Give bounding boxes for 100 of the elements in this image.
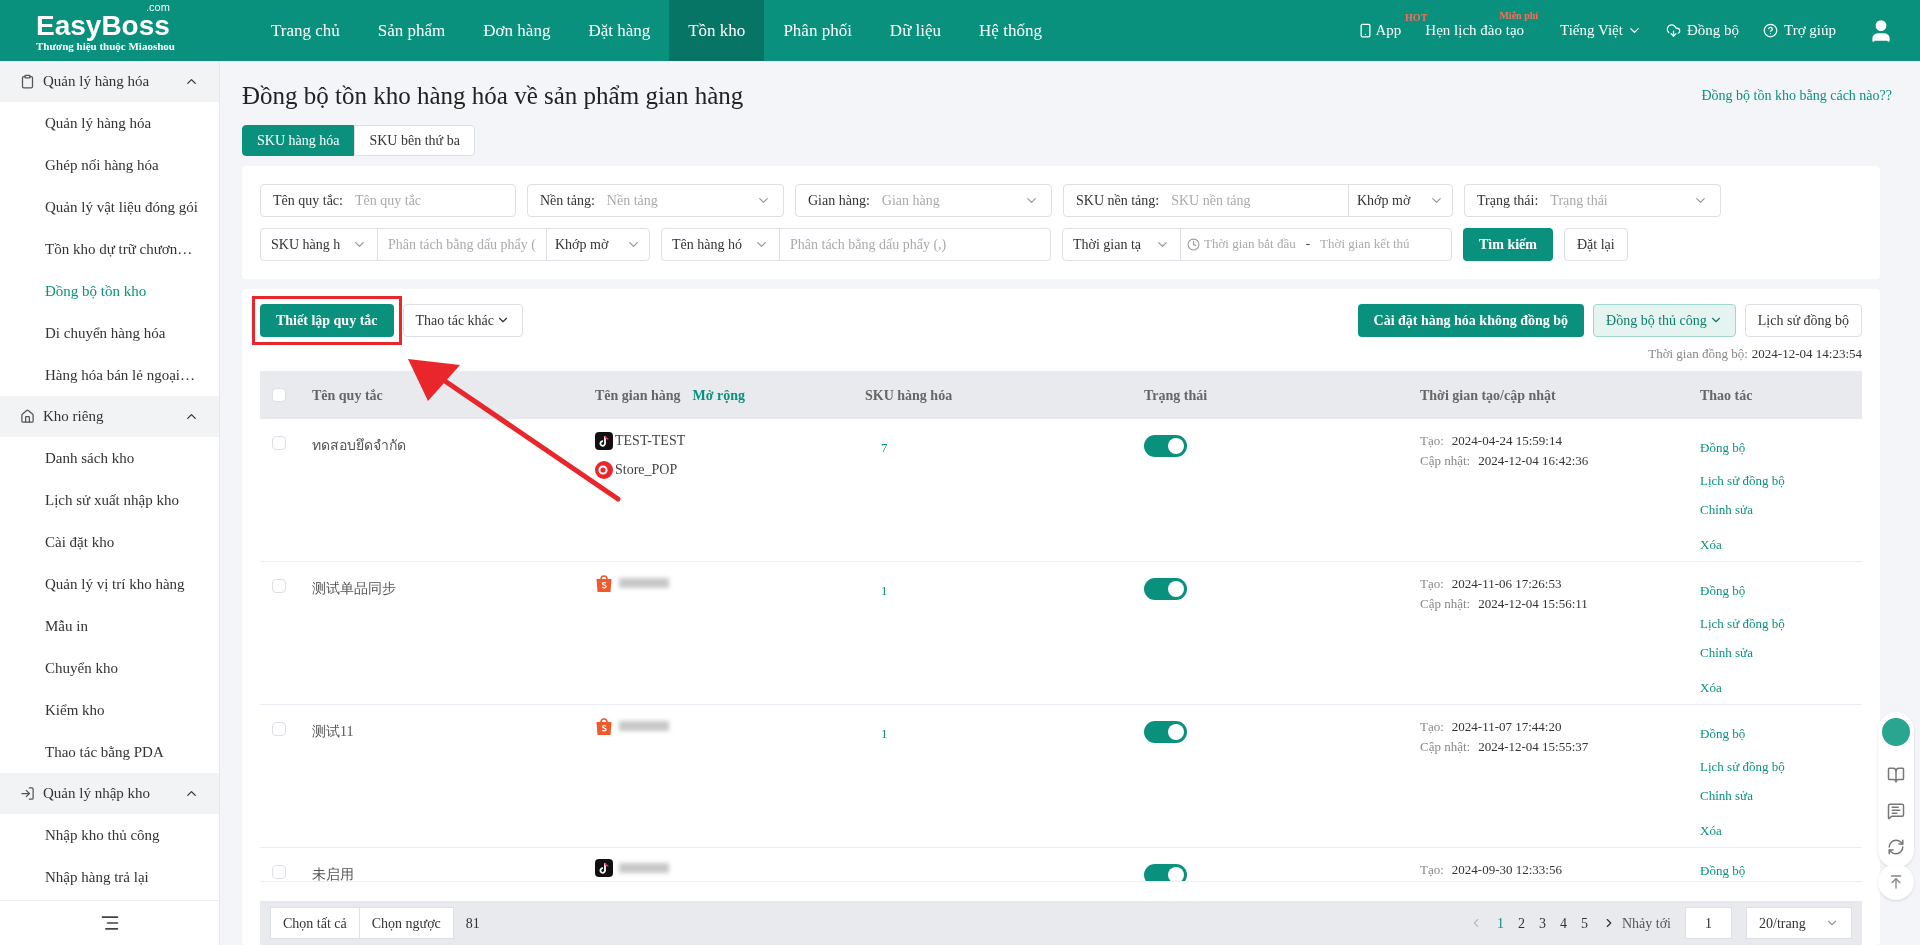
page-size-select[interactable]: 20/trang [1746,907,1852,939]
sidebar-item[interactable]: Chuyển kho [45,656,118,680]
sidebar-item[interactable]: Quản lý hàng hóa [45,111,152,135]
nav-tab[interactable]: Trang chủ [252,0,359,61]
training-link[interactable]: Hẹn lịch đào tạo [1425,19,1525,42]
message-icon[interactable] [1887,802,1905,820]
action-link[interactable]: Xóa [1700,809,1722,847]
view-tab[interactable]: SKU bên thứ ba [354,124,475,156]
row-checkbox[interactable] [272,436,286,450]
sidebar-group[interactable]: Quản lý nhập kho [0,773,219,814]
nav-tab[interactable]: Dữ liệu [870,0,961,61]
sidebar-item[interactable]: Danh sách kho [45,446,135,470]
column-header: SKU hàng hóa [865,387,953,403]
row-checkbox[interactable] [272,722,286,736]
status-toggle[interactable] [1144,721,1187,743]
music-note-logo-icon [595,431,613,450]
sidebar-item[interactable]: Hàng hóa bán lẻ ngoại… [45,363,195,387]
primary-button[interactable]: Cài đặt hàng hóa không đồng bộ [1357,303,1585,337]
action-link[interactable]: Đồng bộ [1700,717,1746,750]
sidebar-item[interactable]: Đồng bộ tồn kho [45,279,147,303]
collapse-menu-icon[interactable] [99,913,120,933]
updated-time: 2024-12-04 15:55:37 [1478,738,1589,756]
action-link[interactable]: Lịch sử đồng bộ [1700,607,1785,640]
action-link[interactable]: Đồng bộ [1700,574,1746,607]
history-button[interactable]: Lịch sử đồng bộ [1744,303,1862,337]
select-all-button[interactable]: Chọn tất cả [270,907,360,939]
nav-tab[interactable]: Đơn hàng [464,0,570,61]
updated-label: Cập nhật: [1420,452,1471,470]
app-link[interactable]: App [1358,19,1402,42]
action-link[interactable]: Xóa [1700,523,1722,561]
status-toggle[interactable] [1144,864,1187,881]
action-link[interactable]: Đồng bộ [1700,431,1746,464]
sidebar-item[interactable]: Nhập hàng trả lại [45,865,149,889]
clipboard-icon [20,74,35,89]
help-link[interactable]: Đồng bộ tồn kho bằng cách nào?? [1701,85,1892,107]
dropdown-button[interactable]: Đồng bộ thủ công [1593,303,1736,337]
sidebar-item[interactable]: Lịch sử xuất nhập kho [45,488,179,512]
search-button[interactable]: Tìm kiếm [1463,227,1553,261]
action-link[interactable]: Lịch sử đồng bộ [1700,750,1785,783]
sku-count-link[interactable]: 7 [881,438,888,458]
created-label: Tạo: [1420,718,1444,736]
select-field[interactable]: Nền tảng: Nền tảng [527,183,784,217]
row-checkbox[interactable] [272,579,286,593]
sidebar-item[interactable]: Mẫu in [45,614,88,638]
reset-button[interactable]: Đặt lại [1563,227,1628,261]
sidebar-item[interactable]: Ghép nối hàng hóa [45,153,159,177]
select-field[interactable]: Gian hàng: Gian hàng [795,183,1052,217]
column-header: Thời gian tạo/cập nhật [1420,387,1556,403]
status-toggle[interactable] [1144,578,1187,600]
sync-link[interactable]: Đồng bộ [1665,19,1739,42]
help-link[interactable]: Trợ giúp [1763,19,1836,42]
view-tab[interactable]: SKU hàng hóa [242,124,355,156]
page-jump-field[interactable]: 1 [1685,907,1732,939]
help-icon [1763,23,1778,38]
nav-tab[interactable]: Tồn kho [669,0,765,61]
arrow-up-icon [1888,874,1904,890]
sidebar-group[interactable]: Kho riêng [0,396,219,437]
action-link[interactable]: Xóa [1700,666,1722,704]
sidebar-item[interactable]: Quản lý vật liệu đóng gói [45,195,198,219]
nav-tab[interactable]: Sản phẩm [358,0,465,61]
select-all-checkbox[interactable] [272,388,286,402]
created-label: Tạo: [1420,432,1444,450]
column-header: Tên quy tắc [312,387,383,403]
nav-tab[interactable]: Đặt hàng [569,0,670,61]
sidebar-item[interactable]: Nhập kho thủ công [45,823,160,847]
action-link[interactable]: Lịch sử đồng bộ [1700,464,1785,497]
rule-name: 测试单品同步 [312,581,396,596]
primary-button[interactable]: Thiết lập quy tắc [260,303,394,337]
invert-selection-button[interactable]: Chọn ngược [359,907,454,939]
action-link[interactable]: Đồng bộ [1700,860,1746,881]
page-number[interactable]: 2 [1518,912,1525,934]
question-book-icon[interactable] [1887,766,1905,784]
sku-count-link[interactable]: 1 [881,581,888,601]
selected-count: 81 [465,914,480,933]
sync-time-label: Thời gian đồng bộ: [1648,344,1748,363]
language-select[interactable]: Tiếng Việt [1560,19,1642,42]
sidebar-group[interactable]: Quản lý hàng hóa [0,61,219,102]
page-number[interactable]: 5 [1581,912,1588,934]
page-number[interactable]: 4 [1560,912,1567,934]
sku-count-link[interactable]: 1 [881,724,888,744]
sidebar-item[interactable]: Kiểm kho [45,698,105,722]
refresh-icon[interactable] [1887,838,1905,856]
rule-name-field[interactable]: Tên quy tắc: Tên quy tắc [260,183,516,217]
dropdown-button[interactable]: Thao tác khác [402,303,524,337]
sidebar-item[interactable]: Di chuyển hàng hóa [45,321,166,345]
row-checkbox[interactable] [272,865,286,879]
nav-tab[interactable]: Phân phối [764,0,871,61]
action-link[interactable]: Chỉnh sửa [1700,640,1753,666]
action-link[interactable]: Chỉnh sửa [1700,497,1753,523]
action-link[interactable]: Chỉnh sửa [1700,783,1753,809]
sidebar-item[interactable]: Quản lý vị trí kho hàng [45,572,185,596]
page-number[interactable]: 3 [1539,912,1546,934]
sidebar-item[interactable]: Cài đặt kho [45,530,115,554]
status-toggle[interactable] [1144,435,1187,457]
updated-time: 2024-12-04 16:42:36 [1478,452,1589,470]
select-field[interactable]: Trạng thái: Trạng thái [1464,183,1721,217]
sidebar-item[interactable]: Tồn kho dự trữ chươn… [45,237,193,261]
back-to-top-button[interactable] [1878,864,1914,900]
nav-tab[interactable]: Hệ thống [960,0,1061,61]
sidebar-item[interactable]: Thao tác bằng PDA [45,740,164,764]
